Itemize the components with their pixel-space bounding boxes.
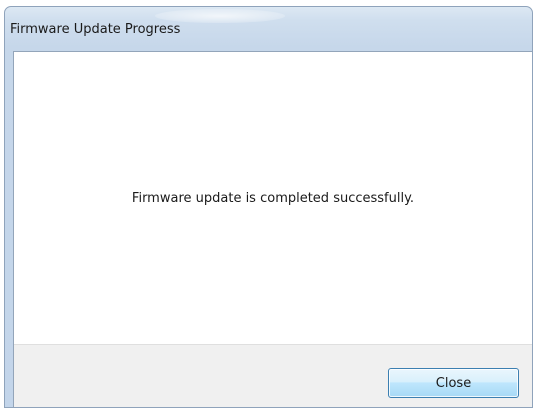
title-bar[interactable]: Firmware Update Progress	[5, 7, 532, 51]
status-message: Firmware update is completed successfull…	[131, 191, 415, 206]
firmware-update-dialog: Firmware Update Progress Firmware update…	[4, 6, 533, 408]
close-button[interactable]: Close	[388, 368, 519, 398]
message-panel: Firmware update is completed successfull…	[14, 52, 532, 345]
dialog-title: Firmware Update Progress	[10, 22, 181, 37]
dialog-client-area: Firmware update is completed successfull…	[13, 51, 532, 407]
